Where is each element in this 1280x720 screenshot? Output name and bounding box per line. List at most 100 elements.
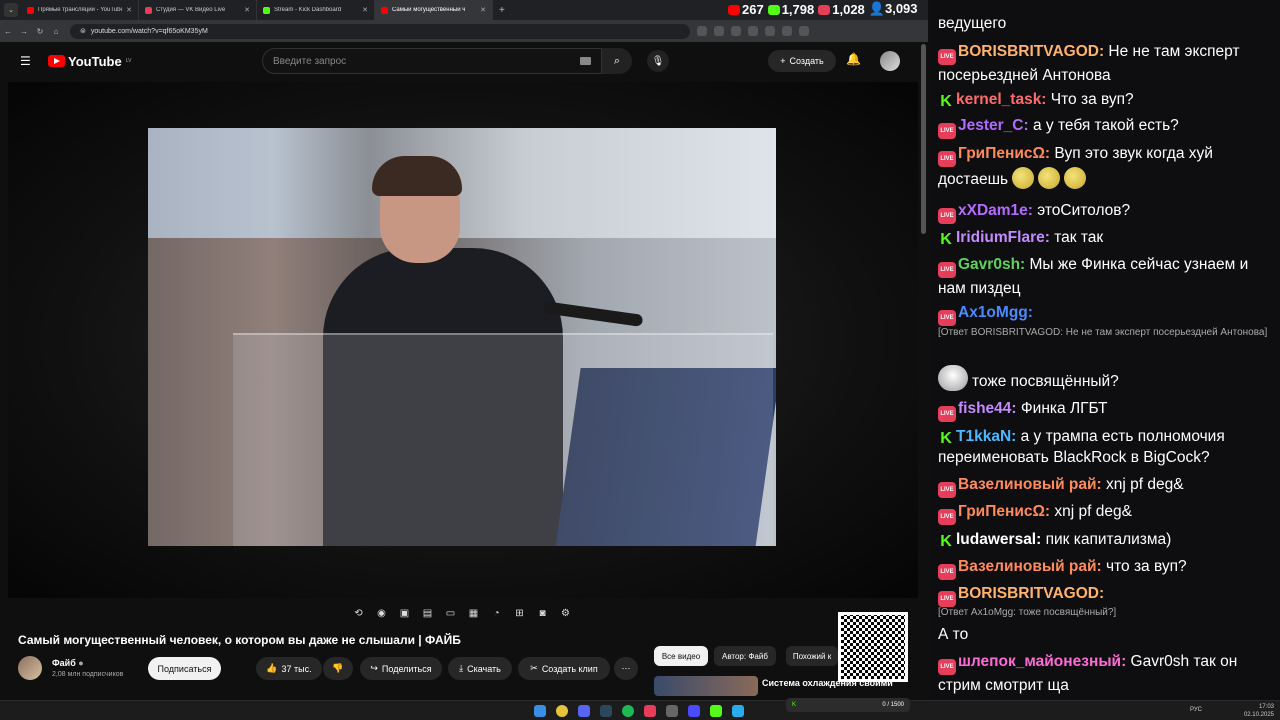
youtube-icon bbox=[728, 5, 740, 16]
chat-nick[interactable]: Gavr0sh: bbox=[958, 256, 1025, 273]
chip-similar[interactable]: Похожий к bbox=[786, 646, 838, 666]
chat-nick[interactable]: ГриПенисΩ: bbox=[958, 503, 1050, 520]
share-button[interactable]: ↪ Поделиться bbox=[360, 657, 442, 680]
chat-nick[interactable]: BORISBRITVAGOD: bbox=[958, 43, 1104, 60]
obs-icon[interactable] bbox=[644, 705, 656, 717]
account-avatar[interactable] bbox=[880, 51, 900, 71]
chrome-icon[interactable] bbox=[556, 705, 568, 717]
browser-tab-active[interactable]: Самый могущественный ч ✕ bbox=[375, 0, 493, 20]
screenshot-camera-icon[interactable]: ◙ bbox=[534, 606, 551, 620]
app-icon[interactable] bbox=[666, 705, 678, 717]
extension-icon[interactable] bbox=[748, 26, 758, 36]
kick-icon: K bbox=[792, 702, 797, 708]
spotify-icon[interactable] bbox=[622, 705, 634, 717]
video-player[interactable] bbox=[8, 82, 918, 598]
chat-text: Финка ЛГБТ bbox=[1016, 400, 1108, 417]
app-icon[interactable] bbox=[688, 705, 700, 717]
browser-tab[interactable]: Stream - Kick Dashboard ✕ bbox=[257, 0, 375, 20]
reload-icon[interactable]: ↻ bbox=[32, 27, 48, 36]
discord-icon[interactable] bbox=[578, 705, 590, 717]
subscribe-button[interactable]: Подписаться bbox=[148, 657, 221, 680]
page-scrollbar[interactable] bbox=[921, 44, 926, 234]
channel-name[interactable]: Файб ● bbox=[52, 658, 84, 668]
youtube-viewer-count: 267 bbox=[742, 1, 764, 17]
chip-all-videos[interactable]: Все видео bbox=[654, 646, 708, 666]
download-button[interactable]: ⤓ Скачать bbox=[448, 657, 512, 680]
download-icon[interactable] bbox=[765, 26, 775, 36]
chip-author[interactable]: Автор: Файб bbox=[714, 646, 776, 666]
like-button[interactable]: 👍 37 тыс. bbox=[256, 657, 322, 680]
chat-nick[interactable]: Вазелиновый рай: bbox=[958, 476, 1102, 493]
more-actions-button[interactable]: ⋯ bbox=[614, 657, 638, 680]
picture-in-picture-icon[interactable]: ▣ bbox=[396, 606, 413, 620]
vk-icon bbox=[818, 5, 831, 16]
audio-icon[interactable]: ◉ bbox=[373, 606, 390, 620]
create-button[interactable]: + Создать bbox=[768, 50, 836, 72]
address-bar[interactable]: ⊜ youtube.com/watch?v=qf65oKM35yM bbox=[70, 23, 690, 39]
app-icon[interactable] bbox=[710, 705, 722, 717]
clapper-icon[interactable]: ▤ bbox=[419, 606, 436, 620]
system-clock[interactable]: 17:03 02.10.2025 bbox=[1244, 703, 1274, 719]
chat-nick[interactable]: kernel_task: bbox=[956, 91, 1046, 108]
close-icon[interactable]: ✕ bbox=[126, 6, 132, 14]
browser-toolbar: ← → ↻ ⌂ ⊜ youtube.com/watch?v=qf65oKM35y… bbox=[0, 20, 928, 42]
close-icon[interactable]: ✕ bbox=[480, 6, 486, 14]
input-language[interactable]: РУС bbox=[1190, 707, 1202, 713]
chat-nick[interactable]: шлепок_майонезный: bbox=[958, 653, 1126, 670]
channel-avatar[interactable] bbox=[18, 656, 42, 680]
chat-text: xnj pf deg& bbox=[1050, 503, 1132, 520]
kick-viewers: 1,798 bbox=[767, 2, 814, 17]
browser-tab[interactable]: Студия — VK Видео Live ✕ bbox=[139, 0, 257, 20]
vk-viewers: 1,028 bbox=[818, 2, 865, 17]
film-strip-icon[interactable]: ▦ bbox=[465, 606, 482, 620]
keyboard-icon[interactable] bbox=[580, 57, 591, 65]
chat-nick[interactable]: ludawersal: bbox=[956, 531, 1041, 548]
menu-icon[interactable] bbox=[799, 26, 809, 36]
search-input[interactable]: Введите запрос bbox=[262, 48, 602, 74]
suggested-video-thumbnail[interactable] bbox=[654, 676, 758, 696]
chat-nick[interactable]: xXDam1e: bbox=[958, 202, 1033, 219]
profile-icon[interactable] bbox=[782, 26, 792, 36]
chat-nick[interactable]: Ax1oMgg: bbox=[958, 304, 1033, 321]
create-label: Создать bbox=[789, 56, 824, 66]
chat-text: А то bbox=[938, 626, 969, 643]
settings-gear-icon[interactable]: ⚙ bbox=[557, 606, 574, 620]
suggested-video-title[interactable]: Система охлаждения своими bbox=[762, 678, 893, 688]
youtube-logo[interactable]: YouTube LV bbox=[48, 54, 131, 69]
site-info-icon[interactable]: ⊜ bbox=[80, 27, 86, 35]
clip-button[interactable]: ✂ Создать клип bbox=[518, 657, 610, 680]
notifications-bell-icon[interactable]: 🔔 bbox=[846, 52, 861, 66]
voice-search-button[interactable]: 🎙 bbox=[647, 50, 669, 72]
tab-search-button[interactable]: ⌄ bbox=[4, 3, 18, 17]
chat-nick[interactable]: IridiumFlare: bbox=[956, 229, 1050, 246]
new-tab-button[interactable]: + bbox=[499, 5, 505, 16]
dislike-button[interactable]: 👎 bbox=[323, 657, 353, 680]
hamburger-menu-icon[interactable]: ☰ bbox=[20, 54, 32, 68]
start-menu-icon[interactable] bbox=[534, 705, 546, 717]
extension-icon[interactable] bbox=[714, 26, 724, 36]
chat-nick[interactable]: ГриПенисΩ: bbox=[958, 145, 1050, 162]
telegram-icon[interactable] bbox=[732, 705, 744, 717]
close-icon[interactable]: ✕ bbox=[244, 6, 250, 14]
chat-text: так так bbox=[1049, 229, 1104, 246]
fit-screen-icon[interactable]: ▭ bbox=[442, 606, 459, 620]
speed-gauge-icon[interactable]: ◔ bbox=[488, 606, 505, 620]
chat-nick[interactable]: Вазелиновый рай: bbox=[958, 558, 1102, 575]
chat-nick[interactable]: fishe44: bbox=[958, 400, 1017, 417]
emote-icon bbox=[1038, 167, 1061, 189]
search-button[interactable]: ⌕ bbox=[602, 48, 632, 74]
back-icon[interactable]: ← bbox=[0, 27, 16, 36]
chat-nick[interactable]: Jester_C: bbox=[958, 117, 1029, 134]
home-icon[interactable]: ⌂ bbox=[48, 27, 64, 36]
steam-icon[interactable] bbox=[600, 705, 612, 717]
loop-icon[interactable]: ⟲ bbox=[350, 606, 367, 620]
plus-icon: + bbox=[780, 56, 786, 66]
chat-nick[interactable]: BORISBRITVAGOD: bbox=[958, 585, 1104, 602]
extension-icon[interactable] bbox=[697, 26, 707, 36]
browser-tab[interactable]: Прямые трансляции - YouTube ✕ bbox=[21, 0, 139, 20]
extension-icon[interactable] bbox=[731, 26, 741, 36]
add-frame-icon[interactable]: ⊞ bbox=[511, 606, 528, 620]
forward-icon[interactable]: → bbox=[16, 27, 32, 36]
chat-nick[interactable]: T1kkaN: bbox=[956, 428, 1016, 445]
close-icon[interactable]: ✕ bbox=[362, 6, 368, 14]
